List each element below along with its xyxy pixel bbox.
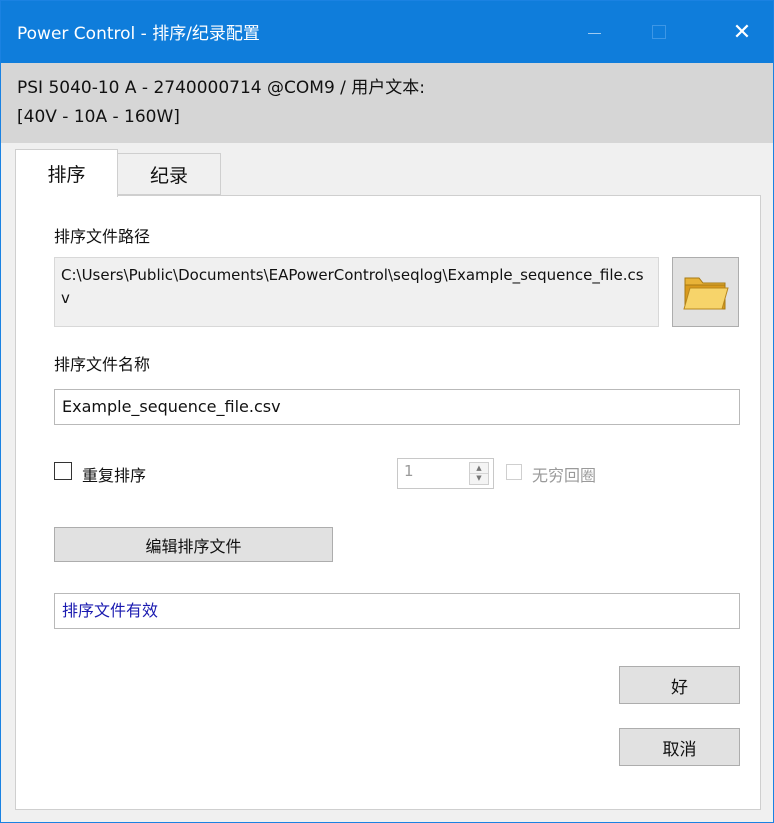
path-field[interactable]: C:\Users\Public\Documents\EAPowerControl… [54, 257, 659, 327]
repeat-count-value: 1 [404, 462, 414, 480]
repeat-label: 重复排序 [82, 466, 147, 485]
close-icon: ✕ [732, 19, 752, 45]
close-button[interactable]: ✕ [717, 1, 767, 63]
infinite-loop-checkbox[interactable] [506, 464, 522, 480]
cancel-button[interactable]: 取消 [619, 728, 740, 766]
folder-icon [682, 277, 729, 310]
device-info: PSI 5040-10 A - 2740000714 @COM9 / 用户文本: [17, 78, 426, 98]
name-label: 排序文件名称 [54, 355, 151, 374]
repeat-checkbox[interactable] [54, 462, 72, 480]
tab-log-label: 纪录 [149, 164, 188, 187]
maximize-icon [652, 25, 666, 39]
path-label: 排序文件路径 [54, 227, 151, 246]
file-name-input[interactable]: Example_sequence_file.csv [54, 389, 740, 425]
maximize-button[interactable] [634, 1, 684, 63]
dialog-window: Power Control - 排序/纪录配置 ✕ PSI 5040-10 A … [0, 0, 774, 823]
edit-sequence-button[interactable]: 编辑排序文件 [54, 527, 333, 562]
repeat-count-stepper[interactable]: 1 ▲ ▼ [397, 458, 494, 489]
title-bar[interactable]: Power Control - 排序/纪录配置 ✕ [1, 1, 773, 63]
browse-button[interactable] [672, 257, 739, 327]
infinite-loop-label: 无穷回圈 [532, 466, 597, 485]
tab-sequence[interactable]: 排序 [15, 149, 118, 197]
stepper-arrows[interactable]: ▲ ▼ [469, 462, 489, 485]
status-field: 排序文件有效 [54, 593, 740, 629]
minimize-icon [587, 32, 601, 34]
tab-sequence-label: 排序 [47, 164, 86, 186]
ok-button[interactable]: 好 [619, 666, 740, 704]
device-header: PSI 5040-10 A - 2740000714 @COM9 / 用户文本:… [1, 63, 773, 143]
tab-log[interactable]: 纪录 [118, 153, 221, 195]
stepper-down-icon[interactable]: ▼ [470, 473, 488, 483]
window-title: Power Control - 排序/纪录配置 [17, 24, 260, 44]
minimize-button[interactable] [569, 1, 619, 63]
device-spec: [40V - 10A - 160W] [17, 107, 180, 127]
